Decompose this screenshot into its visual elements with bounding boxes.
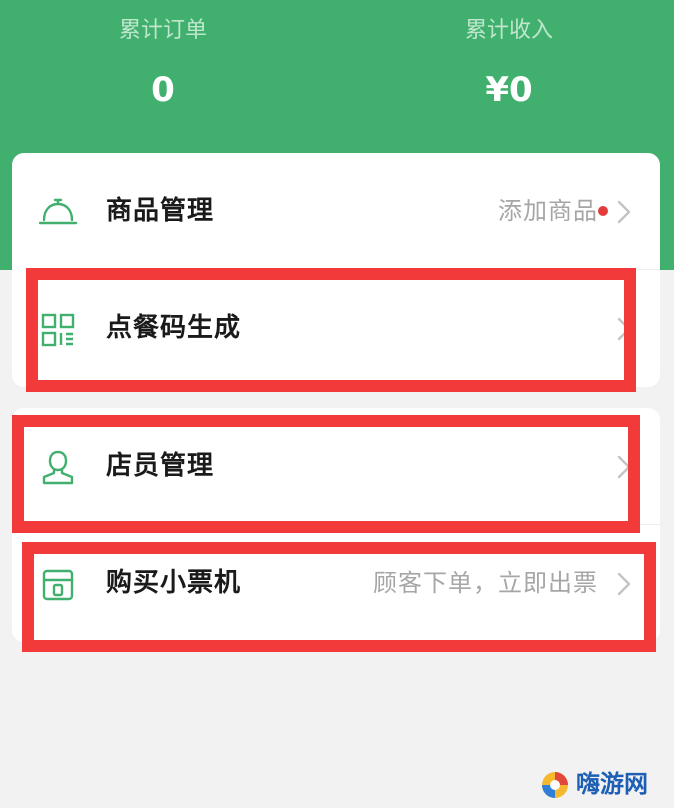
menu-item-hint: 顾客下单，立即出票 [373, 569, 598, 597]
chevron-right-icon [616, 571, 632, 597]
menu-item-staff-management[interactable]: 店员管理 [12, 408, 660, 525]
menu-item-label: 商品管理 [106, 196, 215, 226]
stat-total-orders-value: 0 [151, 70, 175, 110]
stat-total-income-value: ¥0 [485, 70, 533, 110]
menu-item-hint: 添加商品 [498, 197, 598, 225]
menu-card-store: 商品管理 添加商品 点餐码生成 [12, 153, 660, 387]
menu-item-label: 点餐码生成 [106, 313, 242, 343]
watermark-logo-icon [540, 770, 570, 800]
stat-total-orders: 累计订单 0 [63, 16, 263, 114]
person-icon [38, 448, 78, 488]
stat-total-income-label: 累计收入 [464, 18, 553, 43]
menu-item-label: 购买小票机 [106, 568, 242, 598]
menu-item-product-management[interactable]: 商品管理 添加商品 [12, 153, 660, 270]
printer-box-icon [38, 565, 78, 605]
menu-item-buy-printer[interactable]: 购买小票机 顾客下单，立即出票 [12, 525, 660, 642]
page: 累计订单 0 累计收入 ¥0 商品管理 添加商品 点餐码生成 店员管理 购买小票… [0, 0, 674, 808]
chevron-right-icon [616, 199, 632, 225]
qr-code-icon [38, 310, 78, 350]
menu-item-label: 店员管理 [106, 451, 215, 481]
bell-cloche-icon [38, 193, 78, 233]
stat-total-orders-label: 累计订单 [118, 18, 207, 43]
notification-dot [598, 206, 608, 216]
menu-card-staff: 店员管理 购买小票机 顾客下单，立即出票 [12, 408, 660, 642]
watermark-text: 嗨游网 [576, 770, 648, 798]
stat-total-income: 累计收入 ¥0 [409, 16, 609, 114]
menu-item-order-code[interactable]: 点餐码生成 [12, 270, 660, 387]
watermark: 嗨游网 [540, 766, 660, 802]
chevron-right-icon [616, 316, 632, 342]
chevron-right-icon [616, 454, 632, 480]
